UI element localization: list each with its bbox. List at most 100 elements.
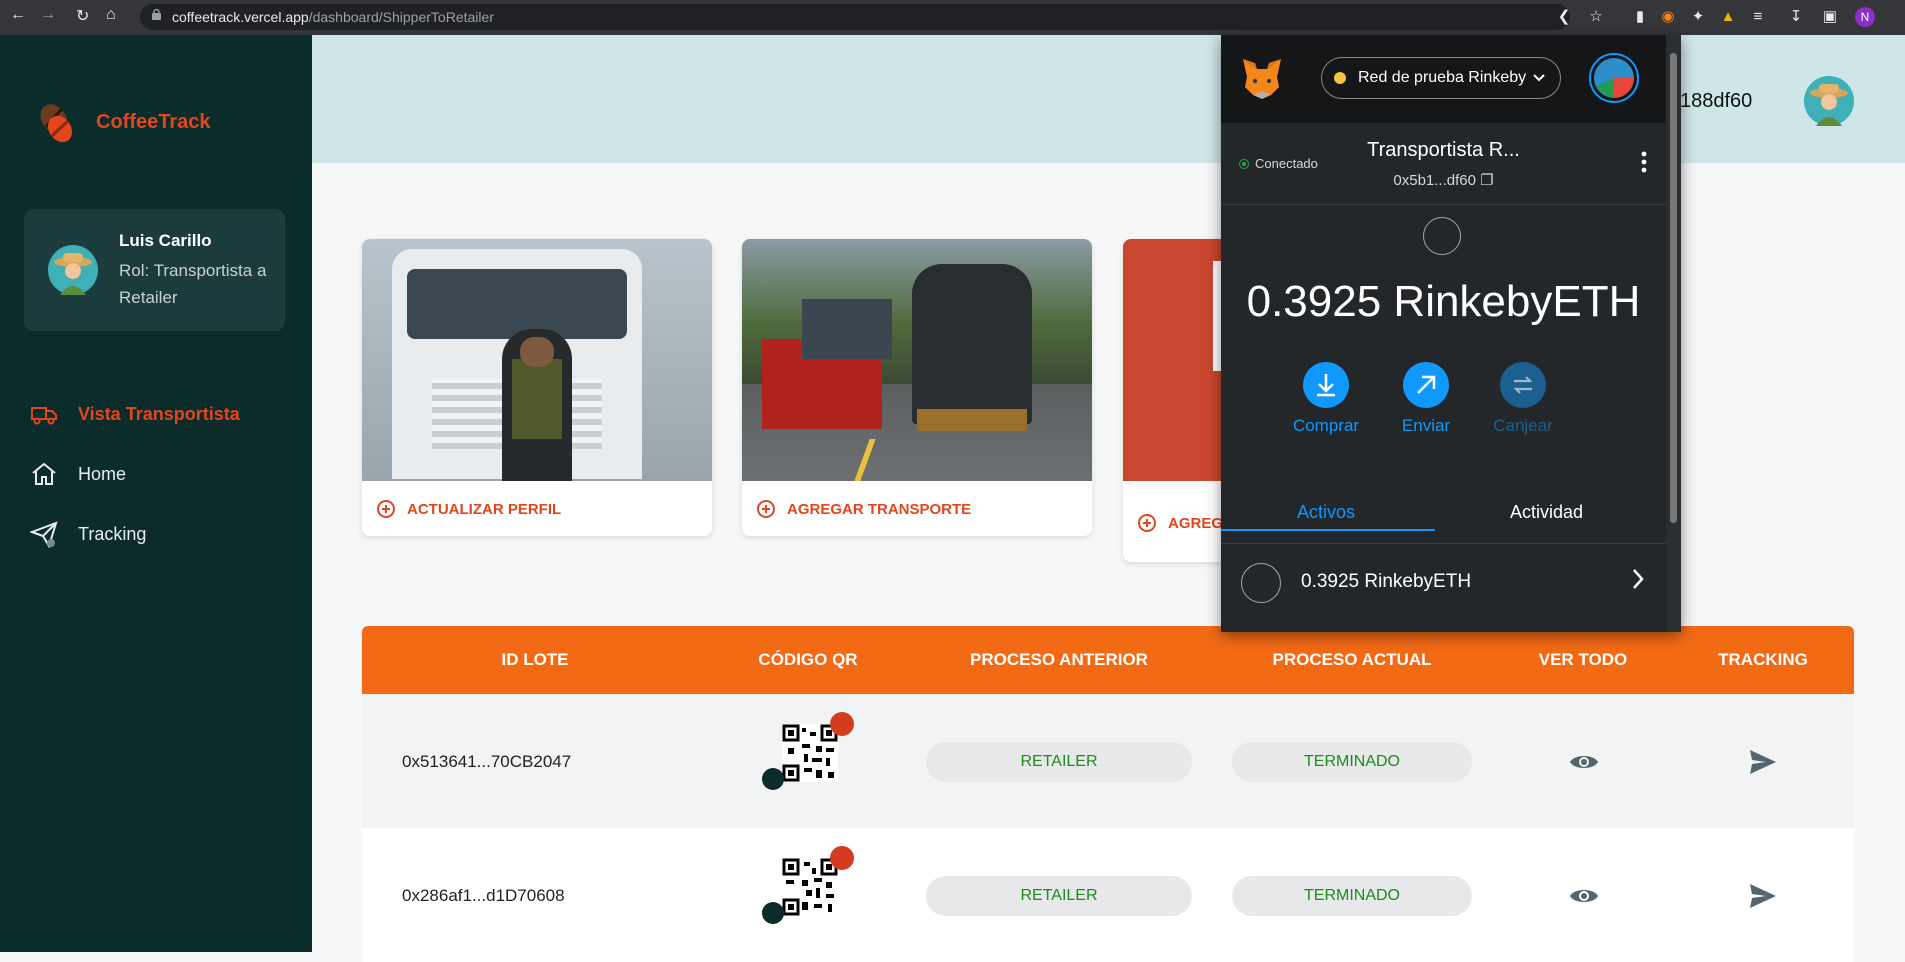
expand-qr-icon[interactable]: [830, 846, 854, 870]
agregar-transporte-action[interactable]: AGREGAR TRANSPORTE: [757, 500, 971, 518]
account-bar: Conectado Transportista R... 0x5b1...df6…: [1221, 123, 1681, 205]
coffee-bean-logo-icon: [40, 104, 73, 143]
extension-icon[interactable]: ▮: [1630, 7, 1650, 27]
url-path: /dashboard/ShipperToRetailer: [308, 9, 494, 25]
account-identicon[interactable]: [1589, 53, 1639, 103]
forward-icon[interactable]: →: [40, 6, 56, 24]
scrollbar-thumb[interactable]: [1670, 53, 1677, 523]
sidebar-item-vista-transportista[interactable]: Vista Transportista: [30, 400, 240, 428]
trucks-road-image: [742, 239, 1092, 481]
metamask-fox-icon[interactable]: [1239, 55, 1285, 101]
card-actualizar-perfil[interactable]: ACTUALIZAR PERFIL: [362, 239, 712, 536]
brand[interactable]: CoffeeTrack: [34, 99, 211, 145]
add-circle-icon: [1138, 514, 1156, 532]
flask-extension-icon[interactable]: ▲: [1718, 7, 1738, 27]
metamask-extension-icon[interactable]: ◉: [1658, 7, 1678, 27]
col-id-lote: ID LOTE: [501, 650, 569, 669]
home-browser-icon[interactable]: ⌂: [106, 6, 116, 24]
col-tracking: TRACKING: [1718, 650, 1808, 669]
chevron-right-icon: [1633, 569, 1644, 589]
download-icon: [1303, 362, 1349, 408]
actualizar-perfil-action[interactable]: ACTUALIZAR PERFIL: [377, 500, 561, 518]
sidebar-item-label: Vista Transportista: [78, 403, 240, 424]
metamask-tabs: Activos Actividad: [1221, 480, 1681, 544]
send-icon[interactable]: [1748, 882, 1778, 910]
more-options-icon[interactable]: [1641, 151, 1647, 173]
active-tab-indicator: [1221, 529, 1435, 531]
browser-toolbar: ← → ↻ ⌂ coffeetrack.vercel.app/dashboard…: [0, 0, 1905, 35]
user-card: Luis Carillo Rol: Transportista a Retail…: [24, 209, 285, 331]
playlist-icon[interactable]: ≡: [1748, 7, 1768, 27]
col-proceso-anterior: PROCESO ANTERIOR: [970, 650, 1148, 669]
swap-button[interactable]: Canjear: [1478, 362, 1568, 436]
network-status-dot: [1334, 72, 1346, 84]
reload-icon[interactable]: ↻: [76, 6, 89, 26]
lote-id: 0x286af1...d1D70608: [402, 886, 565, 905]
sidepanel-icon[interactable]: ▣: [1820, 7, 1840, 27]
card-agregar-transporte[interactable]: AGREGAR TRANSPORTE: [742, 239, 1092, 536]
eye-icon[interactable]: [1569, 748, 1599, 776]
download-qr-icon[interactable]: [762, 768, 784, 790]
account-address[interactable]: 0x5b1...df60 ❐: [1221, 171, 1666, 189]
puzzle-extensions-icon[interactable]: ✦: [1688, 7, 1708, 27]
table-row: 0x286af1...d1D70608 RETAILER TERMINADO: [362, 828, 1854, 962]
lots-table: ID LOTE CÓDIGO QR PROCESO ANTERIOR PROCE…: [362, 626, 1854, 962]
asset-icon: [1241, 563, 1281, 603]
qr-code[interactable]: [782, 858, 838, 916]
col-codigo-qr: CÓDIGO QR: [758, 650, 858, 669]
address-bar[interactable]: coffeetrack.vercel.app/dashboard/Shipper…: [140, 4, 1570, 30]
share-icon[interactable]: ❮: [1554, 7, 1574, 27]
tab-actividad[interactable]: Actividad: [1510, 502, 1583, 523]
network-label: Red de prueba Rinkeby: [1358, 69, 1527, 86]
proceso-actual-badge: TERMINADO: [1232, 742, 1472, 782]
balance: 0.3925 RinkebyETH: [1246, 277, 1641, 326]
add-circle-icon: [377, 500, 395, 518]
copy-icon[interactable]: ❐: [1480, 172, 1493, 189]
col-proceso-actual: PROCESO ACTUAL: [1272, 650, 1432, 669]
brand-name: CoffeeTrack: [96, 110, 211, 133]
swap-icon: [1500, 362, 1546, 408]
qr-code[interactable]: [782, 724, 838, 782]
chevron-down-icon: [1533, 74, 1545, 82]
bookmark-star-icon[interactable]: ☆: [1586, 7, 1606, 27]
asset-row[interactable]: 0.3925 RinkebyETH: [1221, 545, 1666, 615]
proceso-anterior-badge: RETAILER: [926, 876, 1192, 916]
eye-icon[interactable]: [1569, 882, 1599, 910]
home-icon: [32, 462, 56, 485]
send-button[interactable]: Enviar: [1381, 362, 1471, 436]
lock-icon: [152, 9, 161, 20]
col-ver-todo: VER TODO: [1538, 650, 1628, 669]
lote-id: 0x513641...70CB2047: [402, 752, 572, 771]
table-row: 0x513641...70CB2047 RETAILER TERMINADO: [362, 694, 1854, 828]
send-icon[interactable]: [1748, 748, 1778, 776]
truck-icon: [31, 407, 57, 425]
avatar: [48, 245, 98, 295]
top-avatar[interactable]: [1804, 76, 1854, 126]
download-icon[interactable]: ↧: [1786, 7, 1806, 27]
add-circle-icon: [757, 500, 775, 518]
arrow-up-right-icon: [1403, 362, 1449, 408]
url-host: coffeetrack.vercel.app: [172, 9, 309, 25]
tab-activos[interactable]: Activos: [1297, 502, 1355, 523]
token-icon: [1423, 217, 1461, 255]
back-icon[interactable]: ←: [10, 6, 26, 24]
user-name: Luis Carillo: [119, 231, 212, 250]
account-name: Transportista R...: [1367, 139, 1520, 161]
download-qr-icon[interactable]: [762, 902, 784, 924]
driver-truck-image: [362, 239, 712, 481]
proceso-anterior-badge: RETAILER: [926, 742, 1192, 782]
sidebar-item-label: Tracking: [78, 523, 147, 544]
browser-profile-avatar[interactable]: N: [1855, 7, 1875, 27]
proceso-actual-badge: TERMINADO: [1232, 876, 1472, 916]
sidebar-item-tracking[interactable]: Tracking: [30, 520, 146, 548]
network-selector[interactable]: Red de prueba Rinkeby: [1321, 57, 1561, 99]
sidebar-item-home[interactable]: Home: [30, 460, 126, 488]
metamask-header: Red de prueba Rinkeby: [1221, 35, 1681, 123]
table-header: ID LOTE CÓDIGO QR PROCESO ANTERIOR PROCE…: [362, 626, 1854, 694]
user-role: Rol: Transportista a Retailer: [119, 261, 267, 307]
buy-button[interactable]: Comprar: [1281, 362, 1371, 436]
scrollbar[interactable]: [1666, 35, 1681, 632]
agregar-action[interactable]: AGREG: [1138, 514, 1223, 532]
sidebar: CoffeeTrack Luis Carillo Rol: Transporti…: [0, 35, 312, 952]
expand-qr-icon[interactable]: [830, 712, 854, 736]
